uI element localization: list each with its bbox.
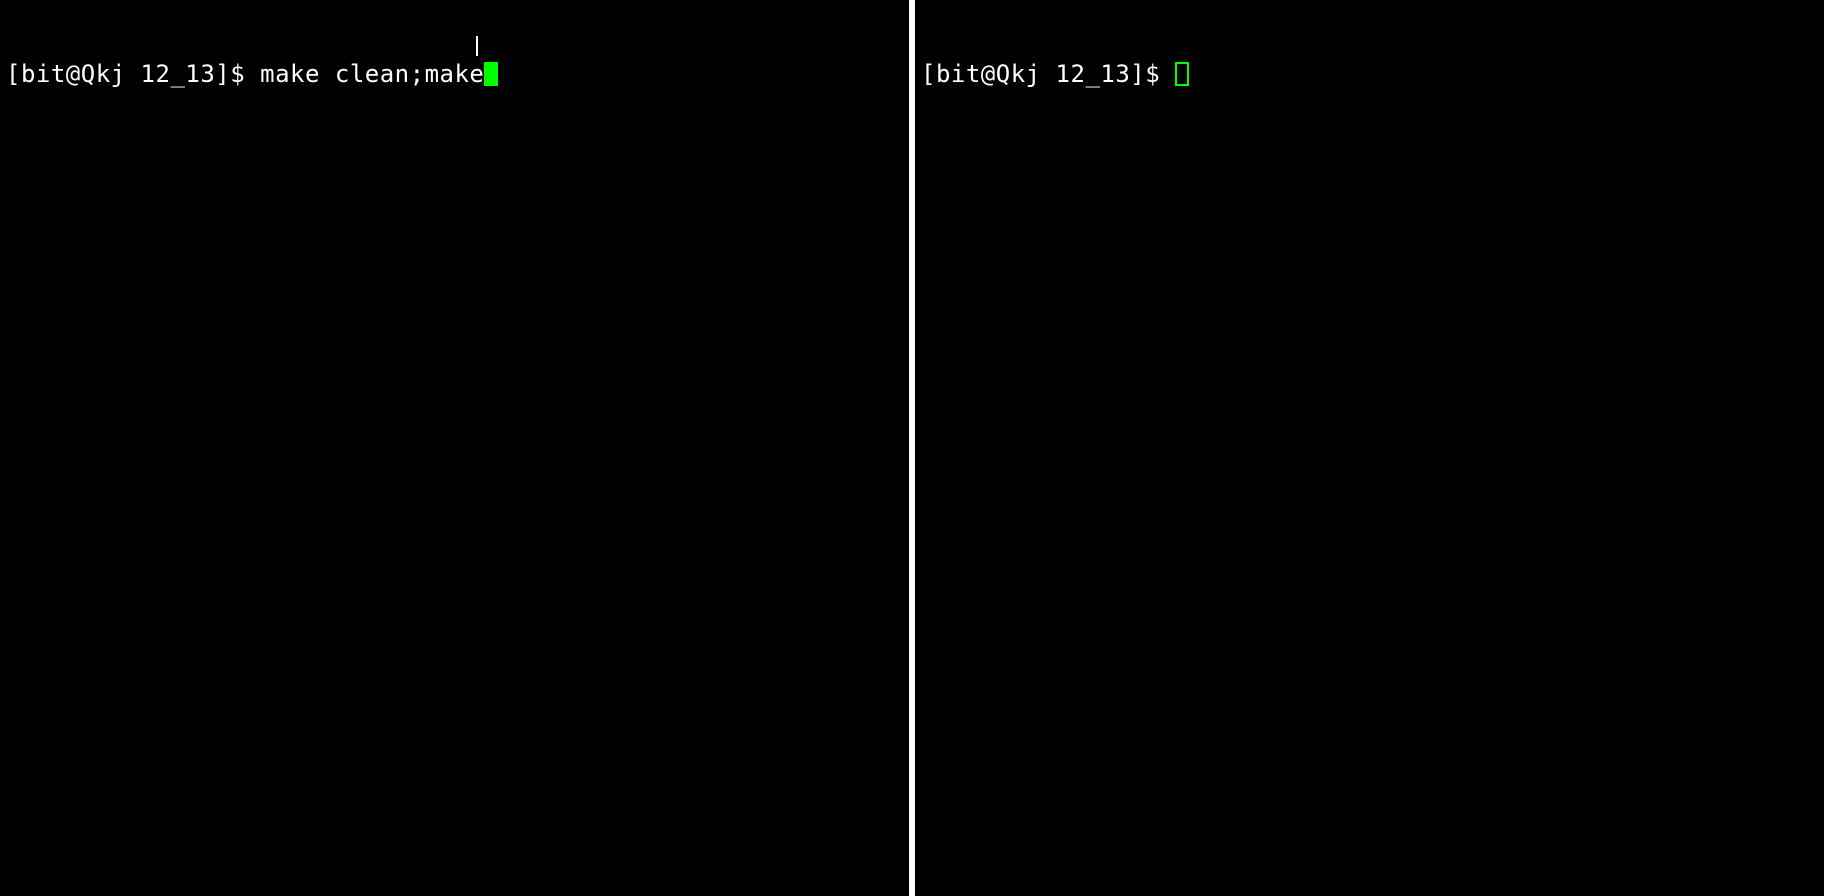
terminal-split-container: [bit@Qkj 12_13]$ make clean;make [bit@Qk… [0,0,1824,896]
shell-prompt: [bit@Qkj 12_13]$ [921,60,1175,88]
command-input[interactable]: make clean;make [260,60,484,88]
terminal-pane-left[interactable]: [bit@Qkj 12_13]$ make clean;make [0,0,909,896]
terminal-pane-right[interactable]: [bit@Qkj 12_13]$ [915,0,1824,896]
terminal-line: [bit@Qkj 12_13]$ [921,60,1818,88]
terminal-line: [bit@Qkj 12_13]$ make clean;make [6,60,903,88]
cursor-inactive-icon [1175,62,1189,86]
cursor-active-icon [484,62,498,86]
shell-prompt: [bit@Qkj 12_13]$ [6,60,260,88]
text-caret-icon [476,36,478,56]
